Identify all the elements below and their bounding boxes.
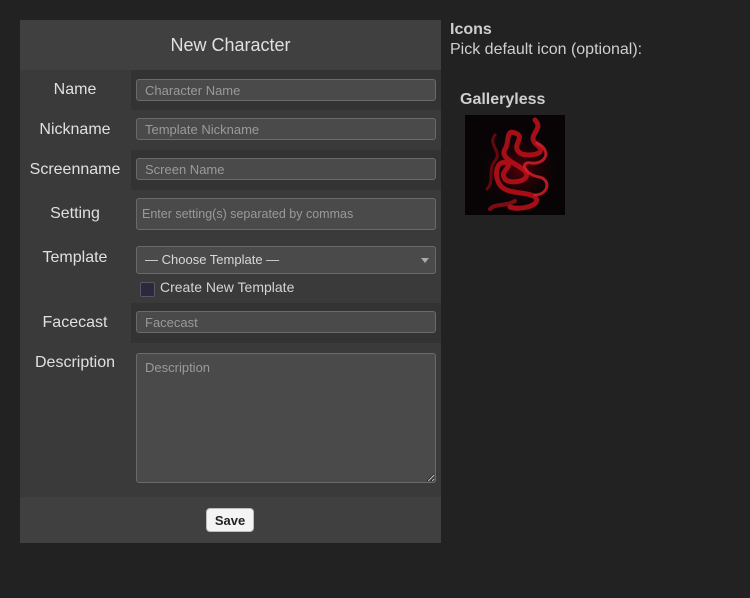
setting-row: Setting [20, 190, 441, 238]
description-textarea[interactable] [136, 353, 436, 483]
template-select[interactable]: — Choose Template — [136, 246, 436, 274]
screenname-row: Screenname [20, 150, 441, 190]
gallery-name: Galleryless [460, 91, 546, 108]
setting-input[interactable] [136, 198, 436, 230]
save-button[interactable]: Save [206, 508, 254, 532]
nickname-input[interactable] [136, 118, 436, 140]
character-icon-thumbnail[interactable] [465, 115, 565, 215]
panel-title: New Character [20, 20, 441, 70]
red-smoke-icon [465, 115, 565, 215]
icons-heading: Icons [450, 21, 492, 38]
screen-name-input[interactable] [136, 158, 436, 180]
character-name-input[interactable] [136, 79, 436, 101]
facecast-input[interactable] [136, 311, 436, 333]
template-select-value: — Choose Template — [145, 252, 280, 267]
facecast-label: Facecast [20, 303, 130, 343]
nickname-label: Nickname [20, 110, 130, 150]
nickname-row: Nickname [20, 110, 441, 150]
template-row: Template — Choose Template — Create New … [20, 238, 441, 303]
create-template-label[interactable]: Create New Template [160, 279, 294, 295]
setting-label: Setting [20, 190, 130, 238]
icons-instructions: Pick default icon (optional): [450, 41, 643, 58]
description-label: Description [20, 343, 130, 497]
create-template-checkbox[interactable] [140, 282, 155, 297]
template-label: Template [20, 238, 130, 303]
screenname-label: Screenname [20, 150, 130, 190]
form-footer: Save [20, 497, 441, 543]
chevron-down-icon [421, 258, 429, 263]
name-label: Name [20, 70, 130, 110]
facecast-row: Facecast [20, 303, 441, 343]
new-character-panel: New Character Name Nickname Screenname S… [20, 20, 441, 543]
name-row: Name [20, 70, 441, 110]
description-row: Description [20, 343, 441, 497]
